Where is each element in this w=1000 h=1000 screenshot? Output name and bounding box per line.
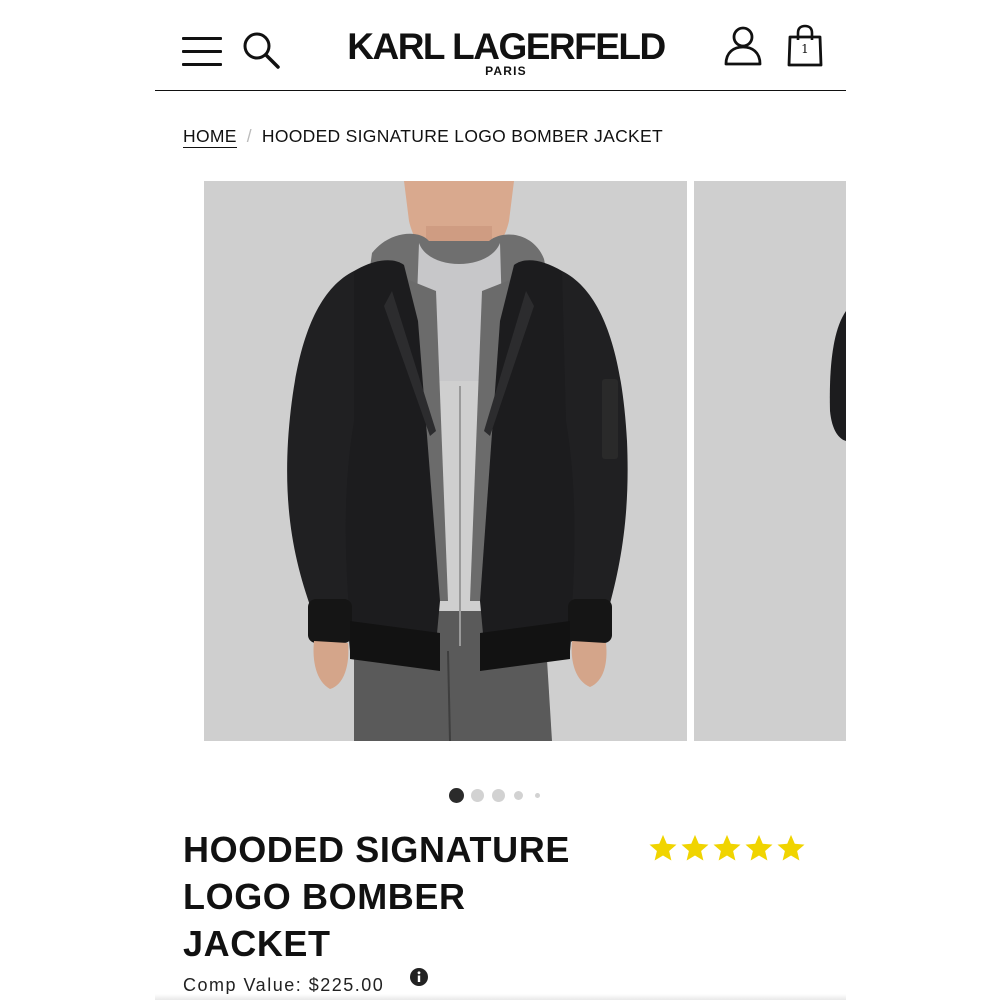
site-header: KARL LAGERFELD PARIS 1 (155, 0, 846, 91)
product-title-line: LOGO BOMBER (183, 876, 466, 917)
carousel-dot-1[interactable] (449, 788, 464, 803)
product-image-next[interactable] (694, 181, 846, 741)
product-title-line: JACKET (183, 923, 331, 964)
breadcrumb-current: HOODED SIGNATURE LOGO BOMBER JACKET (261, 126, 663, 146)
product-image-carousel[interactable] (204, 181, 846, 741)
jacket-sleeve-illustration (829, 311, 846, 441)
product-title: HOODED SIGNATURE LOGO BOMBER JACKET (183, 826, 613, 967)
brand-logo[interactable]: KARL LAGERFELD PARIS (341, 26, 671, 78)
product-page: KARL LAGERFELD PARIS 1 HOME / HOODED SIGNA… (155, 0, 846, 1000)
product-title-line: HOODED SIGNATURE (183, 829, 570, 870)
carousel-dot-3[interactable] (492, 789, 505, 802)
star-icon (777, 834, 805, 861)
jacket-model-illustration (287, 181, 628, 741)
star-icon (745, 834, 773, 861)
search-icon[interactable] (241, 30, 281, 70)
brand-name: KARL LAGERFELD (347, 26, 666, 67)
breadcrumb: HOME / HOODED SIGNATURE LOGO BOMBER JACKET (183, 126, 663, 148)
product-image-main[interactable] (204, 181, 687, 741)
breadcrumb-separator: / (246, 126, 252, 146)
star-icon (713, 834, 741, 861)
product-rating[interactable] (648, 833, 808, 869)
comp-value: Comp Value: $225.00 (183, 975, 385, 995)
bottom-bar-shadow (155, 994, 846, 1000)
star-icon (649, 834, 677, 861)
carousel-dot-2[interactable] (471, 789, 484, 802)
carousel-dot-4[interactable] (514, 791, 523, 800)
menu-icon[interactable] (182, 37, 224, 67)
carousel-dot-5[interactable] (535, 793, 540, 798)
star-icon (681, 834, 709, 861)
account-icon[interactable] (723, 24, 763, 66)
info-icon[interactable] (410, 968, 428, 986)
cart-count: 1 (801, 42, 809, 56)
cart-button[interactable]: 1 (785, 24, 825, 68)
breadcrumb-home-link[interactable]: HOME (183, 126, 237, 148)
